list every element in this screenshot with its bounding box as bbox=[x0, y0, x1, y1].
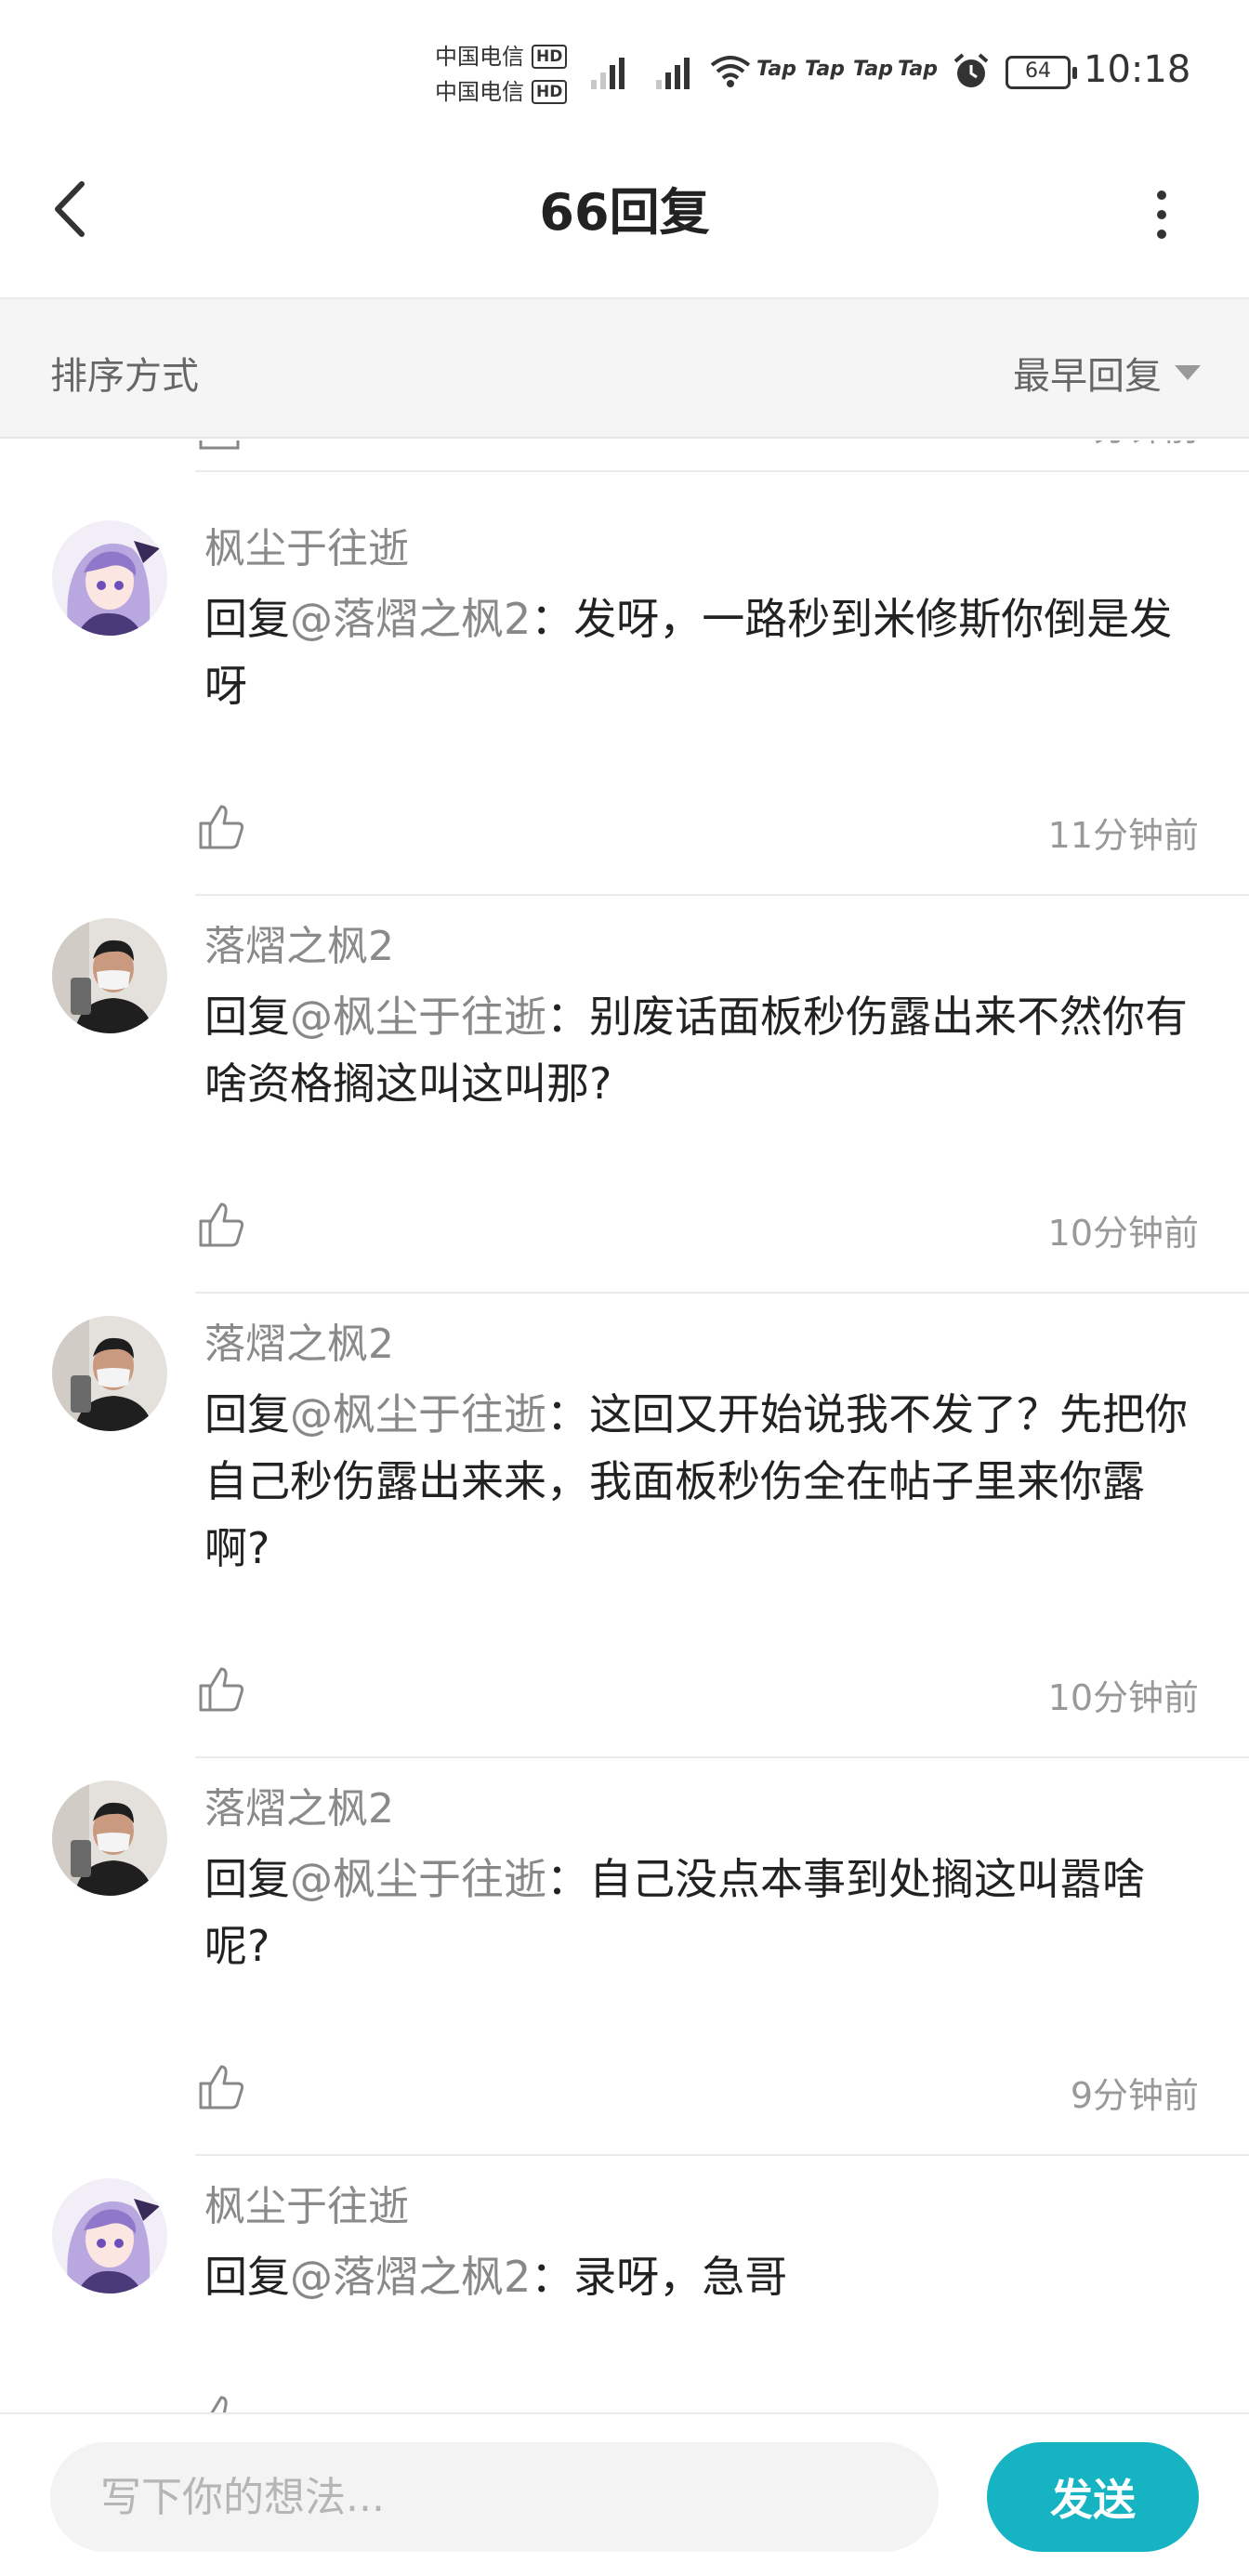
status-bar: 中国电信 HD 中国电信 HD Tap Tap Tap Tap 64 10:18 bbox=[0, 0, 1249, 130]
carrier-1-label: 中国电信 bbox=[435, 44, 524, 70]
reply-username[interactable]: 枫尘于往逝 bbox=[204, 2173, 409, 2232]
alarm-icon bbox=[953, 53, 989, 87]
reply-item: 落熠之枫2 回复@枫尘于往逝：别废话面板秒伤露出来不然你有啥资格搁这叫这叫那? … bbox=[0, 838, 1249, 1294]
sort-dropdown[interactable]: 最早回复 bbox=[1013, 346, 1201, 400]
avatar[interactable] bbox=[52, 520, 167, 636]
caret-down-icon bbox=[1175, 365, 1201, 380]
reply-prefix: 回复 bbox=[204, 594, 290, 644]
mention-link[interactable]: @落熠之枫2 bbox=[290, 594, 531, 644]
thumbs-up-icon[interactable] bbox=[197, 2394, 245, 2412]
avatar[interactable] bbox=[52, 2178, 167, 2293]
reply-username[interactable]: 落熠之枫2 bbox=[204, 1310, 394, 1370]
reply-prefix: 回复 bbox=[204, 1389, 290, 1439]
reply-text: ：录呀，急哥 bbox=[531, 2252, 788, 2302]
avatar[interactable] bbox=[52, 918, 167, 1033]
clock: 10:18 bbox=[1084, 48, 1191, 91]
comment-input[interactable] bbox=[50, 2442, 939, 2552]
sort-selected-value: 最早回复 bbox=[1013, 355, 1162, 398]
mention-link[interactable]: @枫尘于往逝 bbox=[290, 992, 546, 1042]
more-vertical-icon[interactable] bbox=[1145, 184, 1178, 245]
anime-avatar bbox=[52, 520, 167, 636]
photo-avatar bbox=[52, 1781, 167, 1896]
photo-avatar bbox=[52, 1316, 167, 1431]
reply-actions bbox=[197, 2394, 1199, 2412]
avatar[interactable] bbox=[52, 1316, 167, 1431]
reply-content: 回复@枫尘于往逝：这回又开始说我不发了？先把你自己秒伤露出来来，我面板秒伤全在帖… bbox=[204, 1381, 1208, 1582]
send-button[interactable]: 发送 bbox=[987, 2442, 1199, 2552]
reply-prefix: 回复 bbox=[204, 992, 290, 1042]
tap-notification-icon: Tap bbox=[805, 58, 845, 81]
anime-avatar bbox=[52, 2178, 167, 2293]
carrier-info: 中国电信 HD 中国电信 HD bbox=[435, 39, 568, 110]
hd-badge: HD bbox=[532, 45, 568, 69]
wifi-icon bbox=[710, 56, 751, 87]
battery-indicator: 64 bbox=[1006, 56, 1077, 89]
reply-list[interactable]: 11分钟前 枫尘于往逝 回复@落熠之枫2：发呀，一路秒到米修斯你倒是发呀 bbox=[0, 440, 1249, 2412]
signal-icon bbox=[656, 52, 697, 89]
tap-notification-icon: Tap bbox=[853, 58, 893, 81]
reply-composer: 发送 bbox=[0, 2412, 1249, 2576]
reply-content: 回复@枫尘于往逝：自己没点本事到处搁这叫嚣啥呢? bbox=[204, 1846, 1208, 1979]
tap-notification-icon: Tap bbox=[898, 58, 938, 81]
photo-avatar bbox=[52, 918, 167, 1033]
reply-prefix: 回复 bbox=[204, 2252, 290, 2302]
page-title: 66回复 bbox=[539, 183, 710, 242]
mention-link[interactable]: @枫尘于往逝 bbox=[290, 1389, 546, 1439]
reply-username[interactable]: 枫尘于往逝 bbox=[204, 515, 409, 574]
tap-notification-icon: Tap bbox=[756, 58, 796, 81]
reply-item: 枫尘于往逝 回复@落熠之枫2：录呀，急哥 bbox=[0, 2098, 1249, 2412]
reply-item: 枫尘于往逝 回复@落熠之枫2：发呀，一路秒到米修斯你倒是发呀 11分钟前 bbox=[0, 440, 1249, 896]
reply-prefix: 回复 bbox=[204, 1854, 290, 1904]
sort-bar: 排序方式 最早回复 bbox=[0, 299, 1249, 439]
reply-item: 落熠之枫2 回复@枫尘于往逝：这回又开始说我不发了？先把你自己秒伤露出来来，我面… bbox=[0, 1236, 1249, 1758]
reply-username[interactable]: 落熠之枫2 bbox=[204, 1775, 394, 1834]
reply-item: 落熠之枫2 回复@枫尘于往逝：自己没点本事到处搁这叫嚣啥呢? 9分钟前 bbox=[0, 1701, 1249, 2156]
mention-link[interactable]: @枫尘于往逝 bbox=[290, 1854, 546, 1904]
top-navigation-bar: 66回复 bbox=[0, 130, 1249, 299]
reply-content: 回复@枫尘于往逝：别废话面板秒伤露出来不然你有啥资格搁这叫这叫那? bbox=[204, 983, 1208, 1117]
reply-content: 回复@落熠之枫2：发呀，一路秒到米修斯你倒是发呀 bbox=[204, 585, 1208, 719]
sort-label: 排序方式 bbox=[50, 355, 199, 398]
carrier-2-label: 中国电信 bbox=[435, 79, 524, 105]
hd-badge: HD bbox=[532, 80, 568, 104]
reply-content: 回复@落熠之枫2：录呀，急哥 bbox=[204, 2243, 1208, 2310]
reply-username[interactable]: 落熠之枫2 bbox=[204, 913, 394, 972]
mention-link[interactable]: @落熠之枫2 bbox=[290, 2252, 531, 2302]
avatar[interactable] bbox=[52, 1781, 167, 1896]
signal-icon bbox=[591, 52, 632, 89]
